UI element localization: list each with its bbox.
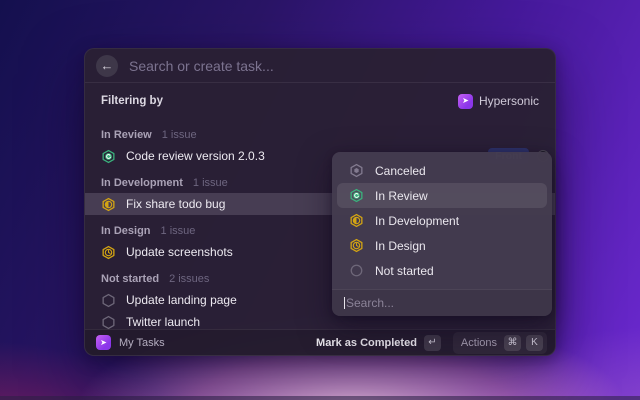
dropdown-option-in-development[interactable]: In Development [337,208,547,233]
dropdown-option-label: Not started [375,264,434,278]
section-label: In Review [101,129,152,141]
task-label: Code review version 2.0.3 [126,149,265,163]
section-header-in-review: In Review 1 issue [85,125,555,145]
section-count: 1 issue [193,177,228,189]
dropdown-search-row [332,289,552,316]
primary-action-label: Mark as Completed [316,337,417,349]
task-label: Fix share todo bug [126,197,225,211]
search-input[interactable] [129,58,544,74]
dropdown-option-canceled[interactable]: Canceled [337,158,547,183]
in-review-status-icon [101,149,116,164]
search-bar: ← [85,49,555,83]
in-development-status-icon [101,197,116,212]
canceled-status-icon [349,163,364,178]
filter-row: Filtering by ➤ Hypersonic [85,83,555,119]
back-button[interactable]: ← [96,55,118,77]
cmd-keycap: ⌘ [504,335,521,351]
filtering-by-label: Filtering by [101,95,163,107]
enter-keycap: ↵ [424,335,441,351]
in-design-status-icon [101,245,116,260]
in-review-status-icon [349,188,364,203]
dropdown-option-label: In Review [375,189,428,203]
wallpaper: ← Filtering by ➤ Hypersonic In Review 1 … [0,0,640,400]
task-label: Update landing page [126,293,237,307]
text-caret [344,297,345,309]
dropdown-option-in-design[interactable]: In Design [337,233,547,258]
k-keycap: K [526,335,543,351]
task-label: Twitter launch [126,315,200,329]
section-label: In Development [101,177,183,189]
not-started-status-icon [349,263,364,278]
not-started-status-icon [101,293,116,308]
actions-label: Actions [461,337,497,349]
workspace-switcher[interactable]: ➤ My Tasks [96,335,165,350]
footer-bar: ➤ My Tasks Mark as Completed ↵ Actions ⌘… [85,329,555,355]
my-tasks-logo-icon: ➤ [96,335,111,350]
mark-as-completed-button[interactable]: Mark as Completed ↵ [316,335,441,351]
status-dropdown: Canceled In Review In Development In Des… [332,152,552,316]
section-count: 2 issues [169,273,209,285]
section-count: 1 issue [162,129,197,141]
section-label: Not started [101,273,159,285]
dropdown-option-label: Canceled [375,164,426,178]
section-label: In Design [101,225,151,237]
in-design-status-icon [349,238,364,253]
not-started-status-icon [101,315,116,330]
in-development-status-icon [349,213,364,228]
footer-actions: Mark as Completed ↵ Actions ⌘ K [316,332,547,354]
dropdown-option-label: In Design [375,239,426,253]
actions-menu-button[interactable]: Actions ⌘ K [453,332,547,354]
dropdown-option-in-review[interactable]: In Review [337,183,547,208]
workspace-badge-label: Hypersonic [479,94,539,108]
workspace-label: My Tasks [119,337,165,349]
dropdown-search-input[interactable] [346,296,540,310]
dropdown-option-label: In Development [375,214,459,228]
workspace-badge[interactable]: ➤ Hypersonic [458,94,539,109]
hypersonic-logo-icon: ➤ [458,94,473,109]
dropdown-option-not-started[interactable]: Not started [337,258,547,283]
task-label: Update screenshots [126,245,233,259]
section-count: 1 issue [161,225,196,237]
